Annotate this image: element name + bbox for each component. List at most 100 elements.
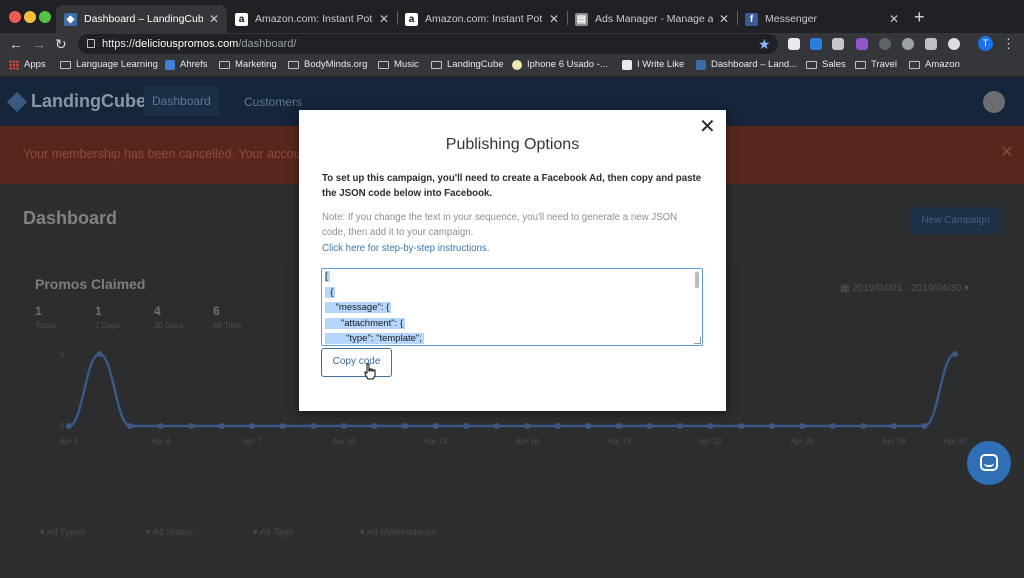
chevron-down-icon: ▾ [146, 527, 153, 538]
reload-icon[interactable]: ↻ [55, 34, 67, 54]
chart-point[interactable] [371, 423, 378, 429]
copy-code-button[interactable]: Copy code [321, 348, 392, 377]
new-tab-plus-icon[interactable]: + [914, 8, 925, 26]
browser-tab-amazon-1[interactable]: a Amazon.com: Instant Pot Duo ✕ [227, 5, 397, 33]
window-zoom-button[interactable] [39, 11, 51, 23]
chart-point[interactable] [249, 423, 256, 429]
bookmark-i-write-like[interactable]: I Write Like [622, 59, 684, 70]
chart-point[interactable] [860, 423, 867, 429]
forward-arrow-icon[interactable]: → [32, 34, 46, 54]
chart-point[interactable] [768, 423, 775, 429]
bookmark-iphone[interactable]: Iphone 6 Usado -... [512, 59, 608, 70]
filter-marketplaces[interactable]: ▾ All Marketplaces [360, 527, 437, 538]
modal-instructions: To set up this campaign, you'll need to … [322, 173, 702, 199]
tab-close-icon[interactable]: ✕ [719, 12, 729, 26]
browser-tab-dashboard[interactable]: ◆ Dashboard – LandingCube ✕ [56, 5, 227, 33]
chart-point[interactable] [738, 423, 745, 429]
bookmark-label: LandingCube [447, 59, 504, 70]
x-tick-label: Apr 25 [790, 437, 814, 446]
filter-tags[interactable]: ▾ All Tags [253, 527, 293, 538]
bookmark-dashboard[interactable]: Dashboard – Land... [696, 59, 797, 70]
profile-avatar[interactable]: T [978, 36, 993, 51]
window-close-button[interactable] [9, 11, 21, 23]
bookmark-ahrefs[interactable]: Ahrefs [165, 59, 207, 70]
tab-title: Ads Manager - Manage ads - [595, 13, 713, 25]
json-code-line-text: "message": { [325, 302, 392, 314]
extension-icon[interactable] [856, 38, 868, 50]
chart-point[interactable] [96, 351, 103, 357]
chevron-down-icon: ▾ [360, 527, 367, 538]
modal-close-icon[interactable]: ✕ [699, 117, 716, 137]
chart-point[interactable] [432, 423, 439, 429]
chart-point[interactable] [157, 423, 164, 429]
textarea-scrollbar[interactable] [695, 272, 699, 288]
chart-point[interactable] [585, 423, 592, 429]
chart-point[interactable] [615, 423, 622, 429]
extension-icon[interactable] [832, 38, 844, 50]
bookmark-bodyminds[interactable]: BodyMinds.org [288, 59, 367, 70]
chevron-down-icon: ▾ [253, 527, 260, 538]
chart-point[interactable] [707, 423, 714, 429]
filter-status[interactable]: ▾ All Status [146, 527, 193, 538]
bookmark-amazon[interactable]: Amazon [909, 59, 960, 70]
chart-point[interactable] [402, 423, 409, 429]
bookmark-language-learning[interactable]: Language Learning [60, 59, 158, 70]
bookmark-travel[interactable]: Travel [855, 59, 897, 70]
window-minimize-button[interactable] [24, 11, 36, 23]
bookmark-marketing[interactable]: Marketing [219, 59, 277, 70]
bookmark-label: Sales [822, 59, 846, 70]
folder-icon [219, 60, 230, 69]
filter-label: All Tags [259, 527, 293, 538]
filter-label: All Marketplaces [366, 527, 437, 538]
bookmark-star-icon[interactable]: ★ [758, 34, 771, 54]
extension-icon[interactable] [788, 38, 800, 50]
chart-point[interactable] [646, 423, 653, 429]
landingcube-favicon-icon [696, 59, 706, 70]
chart-point[interactable] [799, 423, 806, 429]
tab-close-icon[interactable]: ✕ [549, 12, 559, 26]
chart-point[interactable] [279, 423, 286, 429]
extension-icon[interactable] [925, 38, 937, 50]
chart-point[interactable] [463, 423, 470, 429]
chat-launcher-button[interactable] [967, 441, 1011, 485]
json-code-line-text: [ [325, 271, 330, 282]
tab-close-icon[interactable]: ✕ [379, 12, 389, 26]
json-code-textarea[interactable]: [ { "message": { "attachment": { "type":… [321, 268, 703, 346]
extension-icon[interactable] [902, 38, 914, 50]
chart-point[interactable] [554, 423, 561, 429]
bookmark-music[interactable]: Music [378, 59, 419, 70]
tab-close-icon[interactable]: ✕ [209, 12, 219, 26]
chart-point[interactable] [890, 423, 897, 429]
chart-point[interactable] [218, 423, 225, 429]
extension-icon[interactable] [879, 38, 891, 50]
chart-point[interactable] [127, 423, 134, 429]
extension-icon[interactable] [948, 38, 960, 50]
browser-tab-ads-manager[interactable]: ▤ Ads Manager - Manage ads - ✕ [567, 5, 737, 33]
bookmark-landingcube[interactable]: LandingCube [431, 59, 504, 70]
back-arrow-icon[interactable]: ← [9, 34, 23, 54]
textarea-resize-handle[interactable] [694, 337, 701, 344]
chart-point[interactable] [952, 351, 958, 357]
chart-point[interactable] [493, 423, 500, 429]
chart-point[interactable] [66, 423, 72, 429]
bookmark-apps[interactable]: Apps [9, 59, 46, 70]
chart-point[interactable] [677, 423, 684, 429]
chart-point[interactable] [524, 423, 531, 429]
json-code-line: "message": { [322, 300, 702, 316]
browser-menu-icon[interactable]: ⋮ [1002, 34, 1015, 54]
chart-point[interactable] [188, 423, 195, 429]
chart-point[interactable] [310, 423, 317, 429]
address-bar[interactable]: https://deliciouspromos.com/dashboard/ [78, 34, 778, 54]
instructions-link[interactable]: Click here for step-by-step instructions… [322, 243, 489, 254]
json-code-line: [ [322, 269, 702, 285]
filter-types[interactable]: ▾ All Types [40, 527, 85, 538]
chart-point[interactable] [921, 423, 928, 429]
browser-tab-amazon-2[interactable]: a Amazon.com: Instant Pot Duo ✕ [397, 5, 567, 33]
tab-close-icon[interactable]: ✕ [889, 12, 899, 26]
chart-point[interactable] [829, 423, 836, 429]
bookmark-sales[interactable]: Sales [806, 59, 846, 70]
browser-tab-messenger[interactable]: f Messenger ✕ [737, 5, 907, 33]
chart-point[interactable] [340, 423, 347, 429]
extension-icon[interactable] [810, 38, 822, 50]
x-tick-label: Apr 10 [332, 437, 356, 446]
